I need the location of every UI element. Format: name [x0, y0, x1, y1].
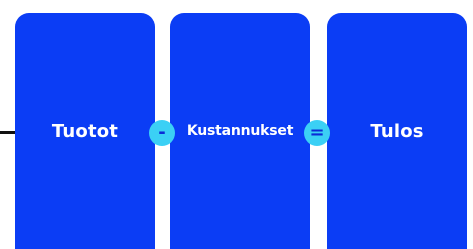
minus-operator-icon: -: [149, 120, 175, 146]
equals-operator-icon: =: [304, 120, 330, 146]
result-card: Tulos: [327, 13, 467, 249]
equals-symbol: =: [309, 122, 325, 143]
revenue-card: Tuotot: [15, 13, 155, 249]
revenue-label: Tuotot: [51, 120, 119, 142]
minus-symbol: -: [158, 122, 166, 143]
equation-diagram: Tuotot Kustannukset Tulos - =: [0, 0, 473, 249]
result-label: Tulos: [370, 120, 424, 142]
costs-card: Kustannukset: [170, 13, 310, 249]
costs-label: Kustannukset: [186, 123, 294, 139]
